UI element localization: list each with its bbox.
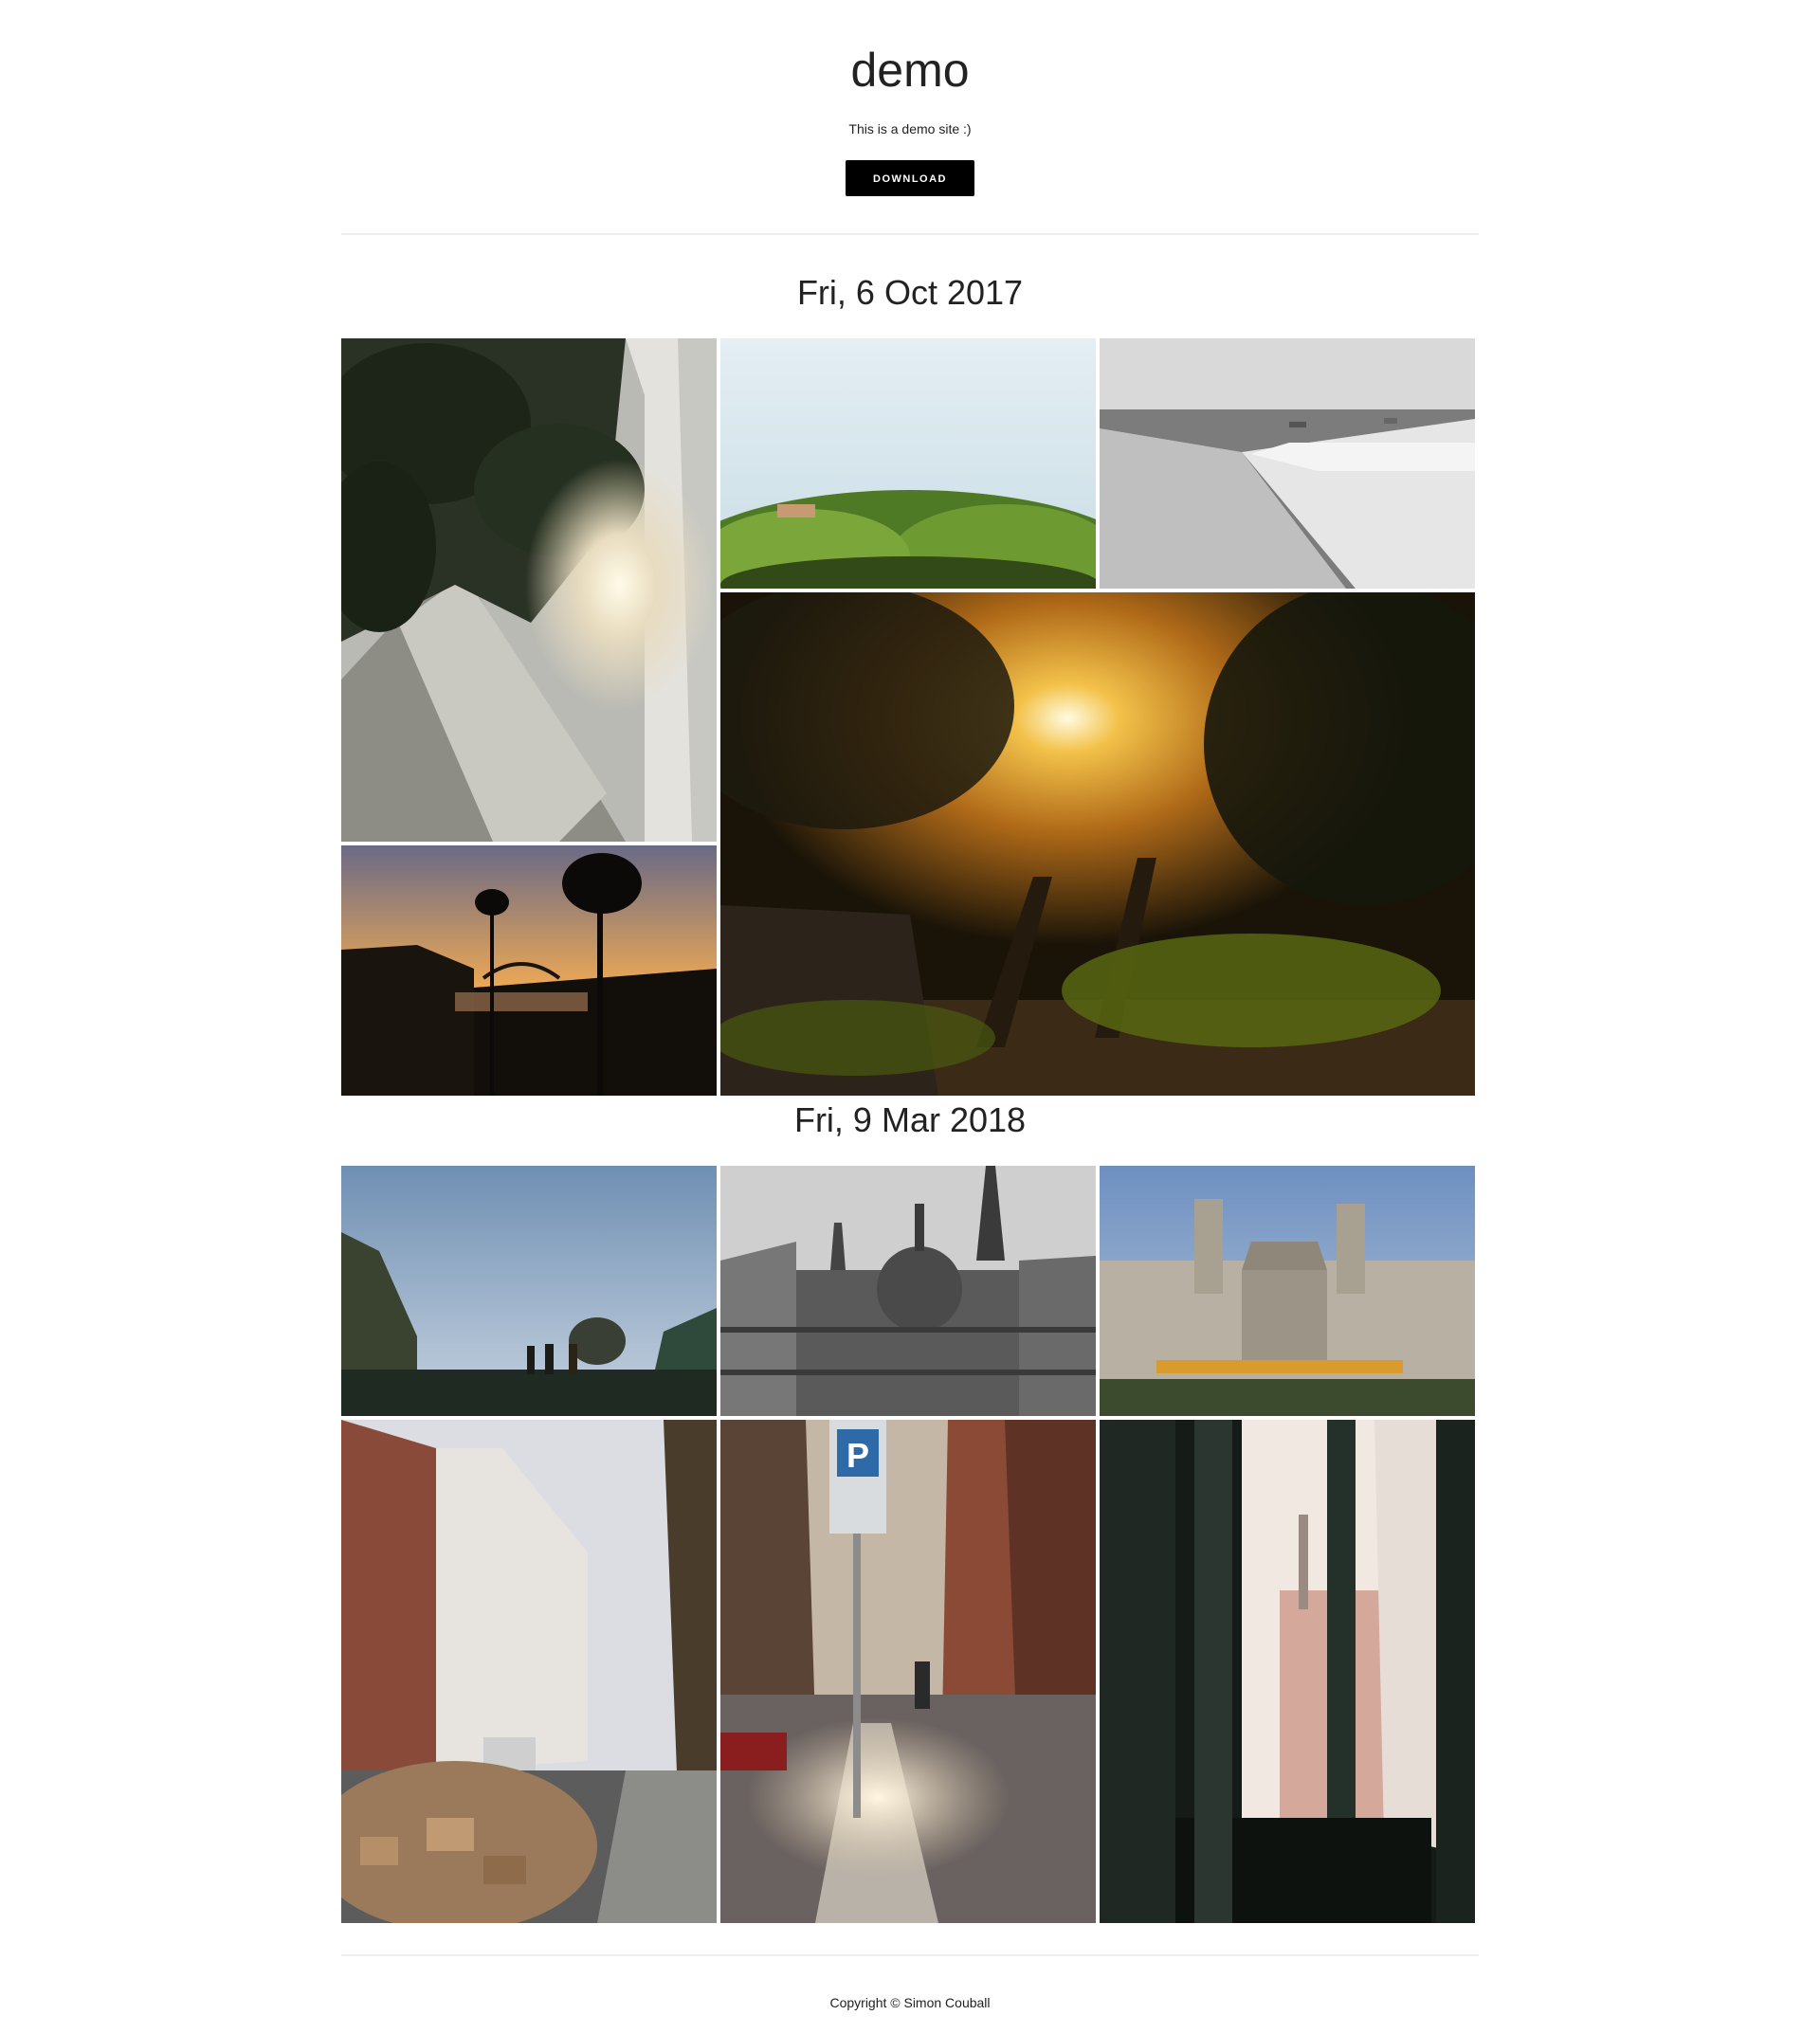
gallery-photo[interactable] xyxy=(341,338,717,842)
gallery-photo[interactable] xyxy=(1100,1420,1475,1923)
gallery-photo[interactable] xyxy=(341,1420,717,1923)
gallery-photo[interactable] xyxy=(720,1166,1096,1416)
gallery-date-heading: Fri, 6 Oct 2017 xyxy=(796,273,1024,312)
gallery-date-heading: Fri, 9 Mar 2018 xyxy=(793,1100,1027,1139)
copyright-text: Copyright © Simon Couball xyxy=(829,1995,991,2010)
header-divider xyxy=(341,233,1479,235)
gallery-photo[interactable] xyxy=(720,592,1475,1096)
gallery-photo[interactable] xyxy=(720,338,1096,589)
download-button[interactable]: DOWNLOAD xyxy=(846,160,974,196)
footer-divider xyxy=(341,1954,1479,1956)
site-title: demo xyxy=(850,44,970,97)
gallery-photo[interactable] xyxy=(1100,338,1475,589)
svg-text:P: P xyxy=(846,1436,869,1475)
site-description: This is a demo site :) xyxy=(848,121,972,136)
gallery-photo[interactable] xyxy=(1100,1166,1475,1416)
gallery-photo[interactable] xyxy=(341,1166,717,1416)
gallery-photo[interactable] xyxy=(341,845,717,1096)
gallery-photo[interactable]: P xyxy=(720,1420,1096,1923)
